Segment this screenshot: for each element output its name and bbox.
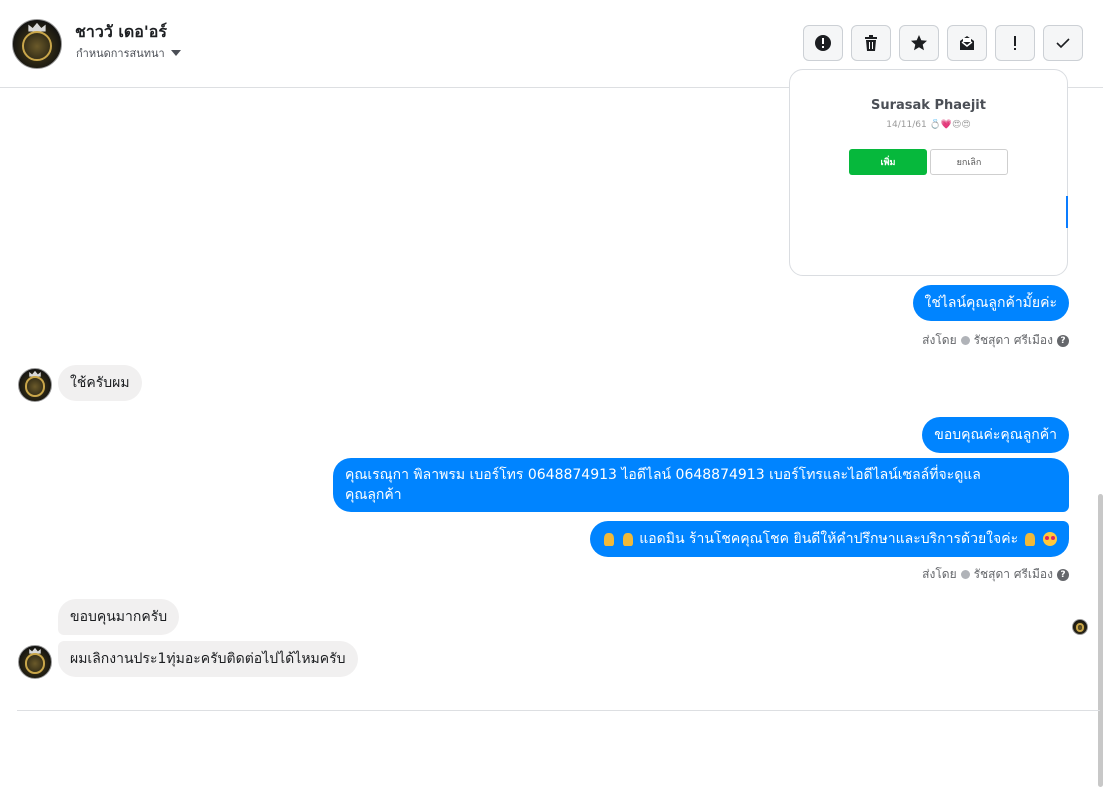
sender-name[interactable]: รัชสุดา ศรีเมือง [974,331,1053,350]
trash-icon [865,35,877,51]
sent-by-label: ส่งโดย รัชสุดา ศรีเมือง ? [922,565,1069,584]
help-icon[interactable]: ? [1057,568,1069,581]
smiling-hearts-emoji-icon [1043,532,1057,546]
seen-avatar [1072,619,1088,635]
message-line: คุณเรณุกา พิลาพรม เบอร์โทร 0648874913 ไอ… [345,467,981,483]
pray-emoji-icon [622,532,633,546]
card-contact-status: 14/11/61 💍💗😍😍 [886,120,971,130]
message-outgoing[interactable]: คุณเรณุกา พิลาพรม เบอร์โทร 0648874913 ไอ… [333,458,1069,512]
report-icon [815,35,831,51]
customer-avatar[interactable] [18,645,52,679]
logo-ring [24,653,46,674]
pray-emoji-icon [604,532,615,546]
card-edge-highlight [1066,196,1068,228]
message-outgoing[interactable]: แอดมิน ร้านโชคคุณโชค ยินดีให้คำปรึกษาและ… [590,521,1069,557]
message-incoming[interactable]: ขอบคุนมากครับ [58,599,180,635]
sent-by-text: ส่งโดย [922,567,957,581]
logo-ring [21,30,53,62]
set-conversation-label: กำหนดการสนทนา [76,47,165,60]
star-icon [911,35,927,51]
mark-unread-button[interactable] [947,25,987,61]
message-line: คุณลุกค้า [345,487,402,503]
contact-name[interactable]: ชาววั เดอ'อร์ [75,20,167,45]
contact-avatar[interactable] [12,19,62,69]
message-text: แอดมิน ร้านโชคคุณโชค ยินดีให้คำปรึกษาและ… [639,531,1019,547]
message-outgoing[interactable]: ใช่ไลน์คุณลูกค้ามั้ยค่ะ [912,285,1069,321]
help-icon[interactable]: ? [1057,334,1069,347]
star-button[interactable] [899,25,939,61]
sender-status-icon [960,336,970,345]
message-outgoing[interactable]: ขอบคุณค่ะคุณลูกค้า [922,417,1069,453]
caret-down-icon [170,50,181,56]
shared-contact-image[interactable]: Surasak Phaejit 14/11/61 💍💗😍😍 เพิ่ม ยกเล… [789,69,1068,276]
pray-emoji-icon [1024,532,1035,546]
card-add-button: เพิ่ม [849,149,927,175]
customer-avatar[interactable] [18,368,52,402]
logo-ring [1075,623,1085,633]
sender-name[interactable]: รัชสุดา ศรีเมือง [974,565,1053,584]
report-button[interactable] [803,25,843,61]
card-contact-name: Surasak Phaejit [871,98,986,113]
card-cancel-button: ยกเลิก [930,149,1008,175]
conversation-thread[interactable]: Surasak Phaejit 14/11/61 💍💗😍😍 เพิ่ม ยกเล… [0,69,1103,787]
logo-ring [24,376,46,397]
set-conversation-dropdown[interactable]: กำหนดการสนทนา [76,44,181,62]
mark-unread-icon [960,36,974,50]
scrollbar-thumb[interactable] [1098,494,1103,787]
message-incoming[interactable]: ผมเลิกงานประ1ทุ่มอะครับติดต่อไปได้ไหมครั… [58,641,358,677]
sent-by-label: ส่งโดย รัชสุดา ศรีเมือง ? [922,331,1069,350]
sent-by-text: ส่งโดย [922,333,957,347]
delete-button[interactable] [851,25,891,61]
priority-button[interactable] [995,25,1035,61]
sender-status-icon [960,570,970,579]
done-icon [1056,38,1070,49]
done-button[interactable] [1043,25,1083,61]
priority-icon [1014,36,1016,50]
message-incoming[interactable]: ใช้ครับผม [58,365,142,401]
